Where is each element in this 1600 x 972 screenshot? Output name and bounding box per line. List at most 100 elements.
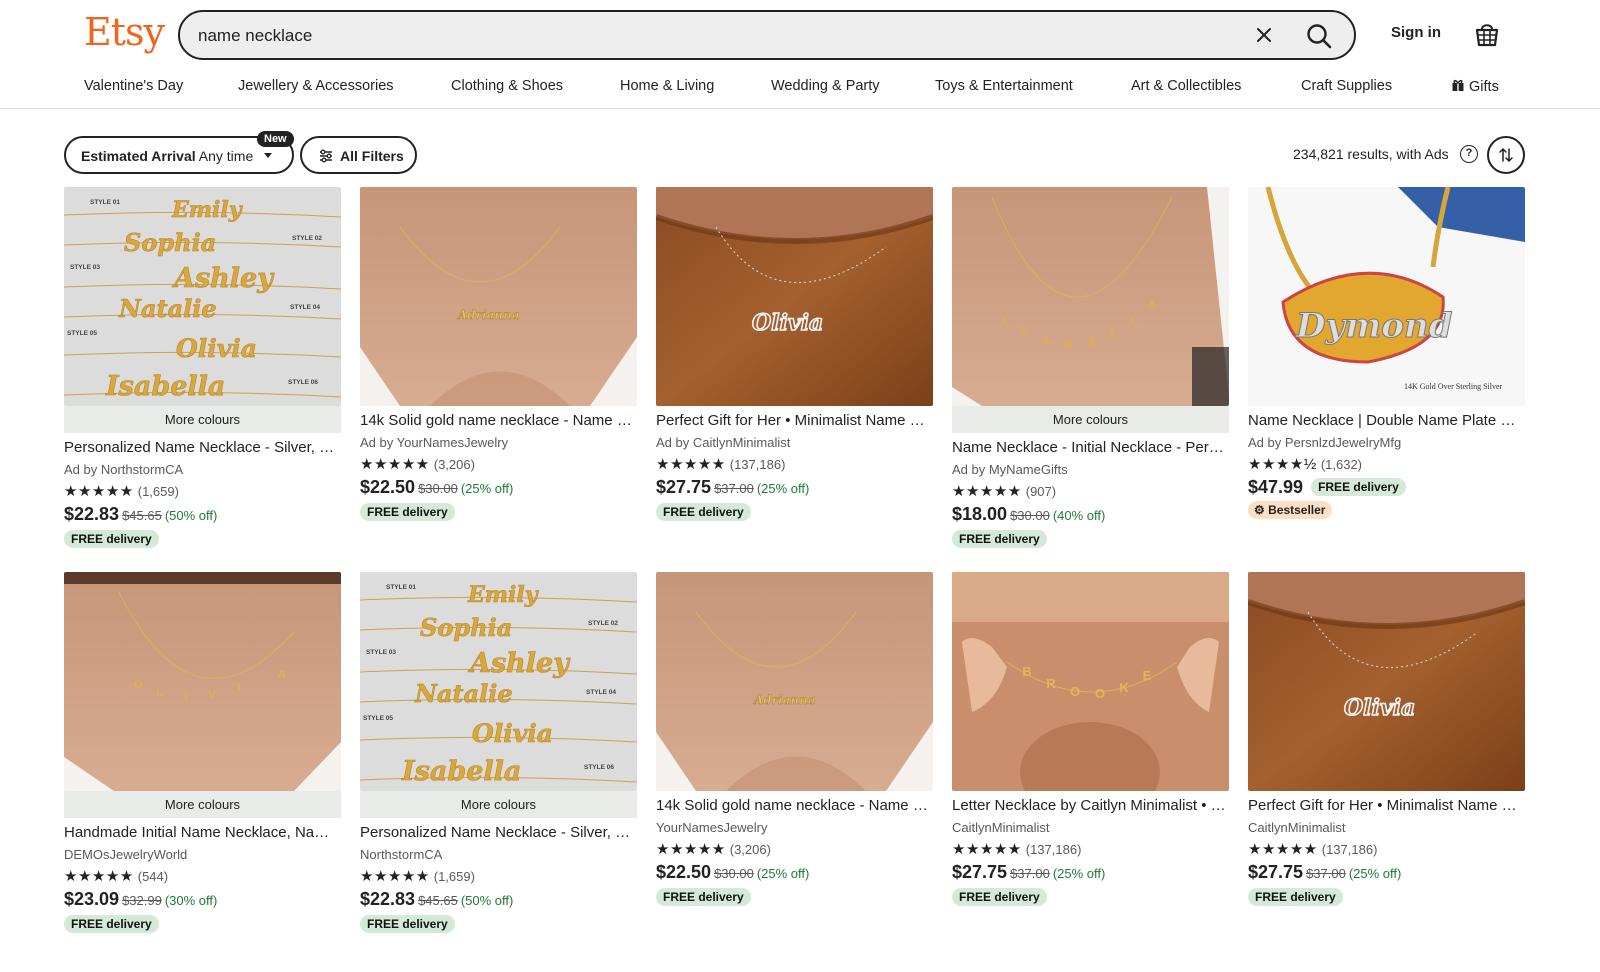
clear-search-icon[interactable]: [1252, 23, 1276, 47]
listing-title[interactable]: Perfect Gift for Her • Minimalist Name N…: [1248, 797, 1525, 814]
listing-image[interactable]: O L I V I A: [64, 572, 341, 791]
nav-home-living[interactable]: Home & Living: [620, 78, 714, 94]
price-line: $27.75 $37.00 (25% off): [1248, 862, 1401, 883]
original-price: $30.00: [418, 481, 458, 496]
discount-label: (25% off): [756, 481, 810, 496]
nav-art-collectibles[interactable]: Art & Collectibles: [1131, 78, 1241, 94]
listing-title[interactable]: 14k Solid gold name necklace - Name neck…: [656, 797, 933, 814]
rating-stars: ★★★★★ (137,186): [1248, 840, 1377, 858]
sign-in-link[interactable]: Sign in: [1391, 24, 1441, 41]
listing-image[interactable]: BROOKE: [952, 572, 1229, 791]
rating-stars: ★★★★★ (907): [952, 482, 1056, 500]
help-icon[interactable]: ?: [1460, 145, 1478, 163]
nav-wedding-party[interactable]: Wedding & Party: [771, 78, 880, 94]
brooke-letter: K: [1119, 680, 1129, 695]
listing-seller: Ad by CaitlynMinimalist: [656, 435, 791, 450]
olivia-letter: I: [237, 681, 240, 693]
listing-title[interactable]: Handmade Initial Name Necklace, Name Jew…: [64, 824, 341, 841]
isabella-letter: A: [1042, 335, 1050, 347]
nav-gifts-label: Gifts: [1469, 79, 1499, 95]
isabella-letter: L: [1131, 316, 1138, 328]
discount-label: (50% off): [460, 893, 514, 908]
script-name: Natalie: [414, 679, 513, 708]
listing-image[interactable]: Olivia: [656, 187, 933, 406]
listing-image[interactable]: Olivia: [1248, 572, 1525, 791]
listing-image[interactable]: Adrianna: [360, 187, 637, 406]
nav-craft-supplies[interactable]: Craft Supplies: [1301, 78, 1392, 94]
olivia-letter: V: [208, 689, 216, 701]
listing-title[interactable]: Personalized Name Necklace - Silver, Gol…: [360, 824, 637, 841]
sale-price: $27.75: [952, 862, 1008, 882]
style-label: STYLE 05: [363, 715, 393, 722]
nav-gifts[interactable]: Gifts: [1451, 78, 1499, 95]
style-label: STYLE 03: [70, 264, 100, 271]
header-divider: [0, 108, 1600, 109]
price-line: $27.75 $37.00 (25% off): [952, 862, 1105, 883]
price-line: $22.83 $45.65 (50% off): [64, 504, 217, 525]
star-icons: ★★★★★: [64, 868, 134, 885]
olivia-letter: O: [134, 679, 143, 691]
search-icon[interactable]: [1304, 21, 1334, 51]
listing-seller: CaitlynMinimalist: [952, 820, 1050, 835]
listing-title[interactable]: Name Necklace - Initial Necklace - Perso…: [952, 439, 1229, 456]
arrival-label: Estimated Arrival: [81, 148, 196, 164]
style-label: STYLE 04: [586, 689, 616, 696]
etsy-logo[interactable]: Etsy: [84, 10, 165, 54]
search-bar[interactable]: [178, 10, 1356, 60]
script-name: Isabella: [401, 756, 521, 787]
review-count: (137,186): [729, 457, 786, 472]
cart-icon[interactable]: [1474, 20, 1500, 48]
isabella-letter: B: [1065, 339, 1073, 351]
all-filters-label: All Filters: [340, 148, 404, 164]
free-delivery-badge: FREE delivery: [64, 530, 159, 548]
brooke-letter: O: [1070, 684, 1080, 699]
style-label: STYLE 01: [90, 199, 120, 206]
nav-jewellery-accessories[interactable]: Jewellery & Accessories: [238, 78, 394, 94]
more-colours-label: More colours: [360, 791, 637, 818]
olivia-letter: L: [157, 687, 164, 699]
listing-image[interactable]: Dymond 14K Gold Over Sterling Silver: [1248, 187, 1525, 406]
listing-seller: Ad by MyNameGifts: [952, 462, 1068, 477]
nav-valentines-day[interactable]: Valentine's Day: [84, 78, 183, 94]
rating-stars: ★★★★★ (137,186): [656, 455, 785, 473]
listing-seller: Ad by YourNamesJewelry: [360, 435, 509, 450]
gift-icon: [1452, 79, 1464, 91]
rating-stars: ★★★★★ (1,659): [360, 867, 475, 885]
discount-label: (50% off): [164, 508, 218, 523]
image-caption: 14K Gold Over Sterling Silver: [1404, 382, 1503, 391]
listing-title[interactable]: Letter Necklace by Caitlyn Minimalist • …: [952, 797, 1229, 814]
listing-title[interactable]: Perfect Gift for Her • Minimalist Name N…: [656, 412, 933, 429]
free-delivery-badge: FREE delivery: [1311, 478, 1406, 496]
listing-seller: CaitlynMinimalist: [1248, 820, 1346, 835]
sale-price: $22.50: [656, 862, 712, 882]
rating-stars: ★★★★★ (1,659): [64, 482, 179, 500]
listing-title[interactable]: 14k Solid gold name necklace - Name neck…: [360, 412, 637, 429]
listing-image[interactable]: Adrianna: [656, 572, 933, 791]
review-count: (137,186): [1025, 842, 1082, 857]
pendant-name: Dymond: [1295, 306, 1453, 346]
isabella-letter: I: [1002, 314, 1005, 326]
sort-arrows-icon: [1499, 148, 1513, 162]
script-name: Sophia: [124, 228, 216, 257]
sort-button[interactable]: [1487, 136, 1525, 174]
listing-title[interactable]: Personalized Name Necklace - Silver, Gol…: [64, 439, 341, 456]
search-input[interactable]: [198, 24, 1198, 48]
listing-title[interactable]: Name Necklace | Double Name Plate Neckla…: [1248, 412, 1525, 429]
listing-image[interactable]: ISABELLA: [952, 187, 1229, 406]
all-filters-button[interactable]: All Filters: [300, 136, 417, 174]
sale-price: $47.99: [1248, 477, 1304, 497]
script-name: Olivia: [176, 334, 257, 363]
nav-toys-entertainment[interactable]: Toys & Entertainment: [935, 78, 1073, 94]
discount-label: (40% off): [1052, 508, 1106, 523]
nav-clothing-shoes[interactable]: Clothing & Shoes: [451, 78, 563, 94]
script-name: Isabella: [105, 371, 225, 402]
more-colours-label: More colours: [64, 406, 341, 433]
free-delivery-badge: FREE delivery: [1248, 888, 1343, 906]
bestseller-badge: ⚙ Bestseller: [1248, 501, 1333, 519]
listing-image[interactable]: STYLE 01 STYLE 02 STYLE 03 STYLE 04 STYLE 05…: [64, 187, 341, 406]
original-price: $37.00: [1306, 866, 1346, 881]
script-name: Olivia: [472, 719, 553, 748]
listing-image[interactable]: STYLE 01 STYLE 02 STYLE 03 STYLE 04 STYLE 05…: [360, 572, 637, 791]
price-line: $22.50 $30.00 (25% off): [360, 477, 513, 498]
listing-seller: NorthstormCA: [360, 847, 443, 862]
